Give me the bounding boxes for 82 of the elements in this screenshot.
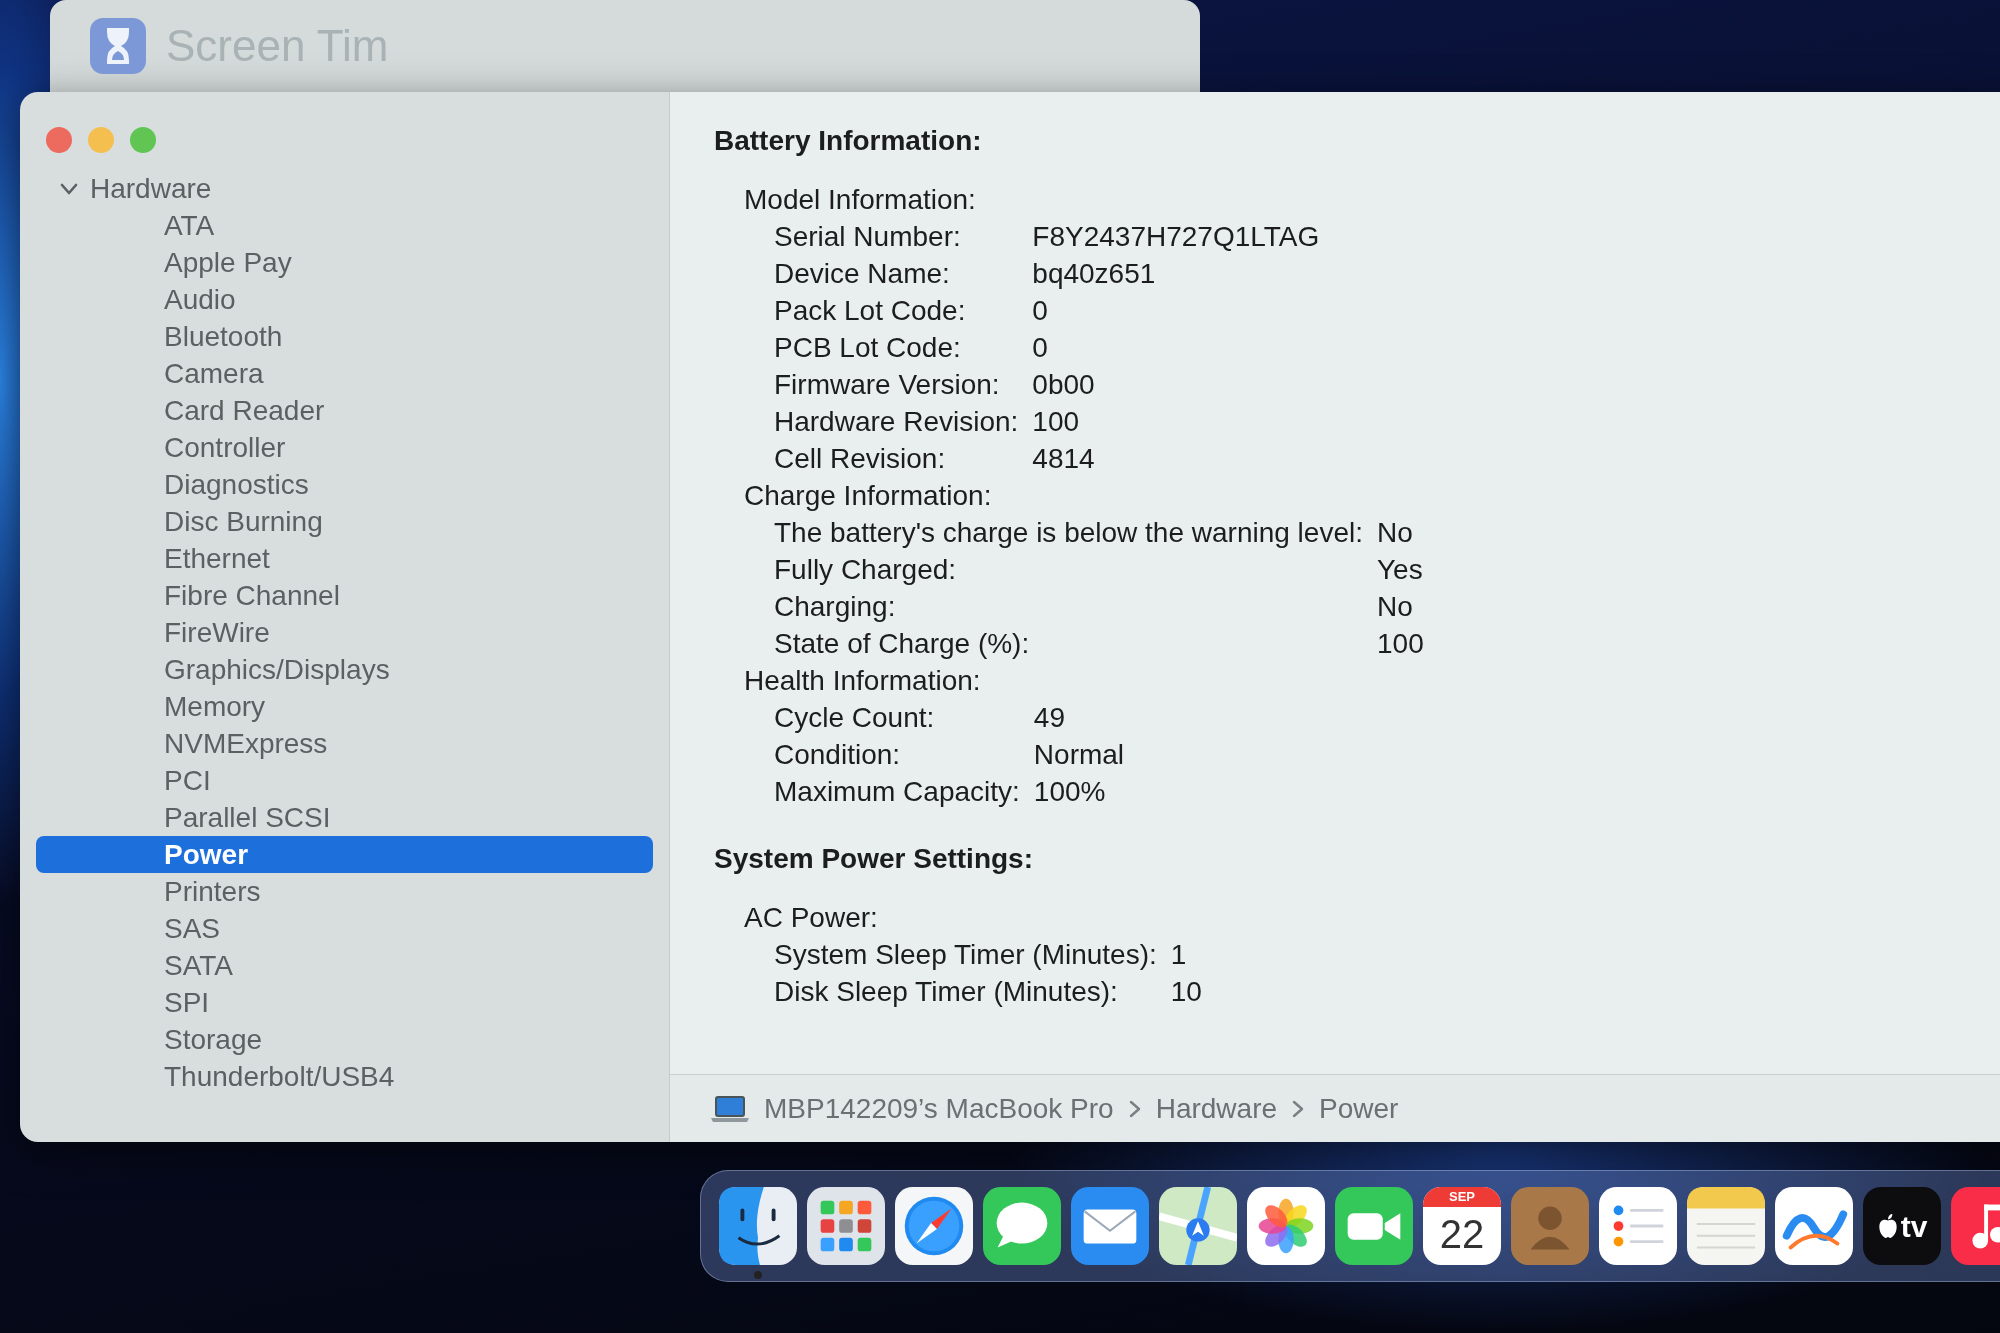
section-heading: Battery Information:	[714, 124, 983, 158]
drawing-board-icon[interactable]	[1775, 1187, 1853, 1265]
sidebar-item[interactable]: Power	[36, 836, 653, 873]
detail-label: Fully Charged:	[774, 553, 958, 587]
app-grid-icon[interactable]	[807, 1187, 885, 1265]
sidebar-item[interactable]: ATA	[36, 207, 653, 244]
detail-label: Serial Number:	[774, 220, 962, 254]
detail-group-label: AC Power:	[743, 901, 879, 935]
detail-label: Condition:	[774, 738, 902, 772]
detail-value: 49	[1033, 701, 1066, 735]
detail-value: 1	[1170, 938, 1188, 972]
detail-value: 0b00	[1032, 368, 1096, 402]
sidebar-item[interactable]: Controller	[36, 429, 653, 466]
detail-label: Hardware Revision:	[774, 405, 1019, 439]
calendar-app-button[interactable]: SEP 22	[1423, 1187, 1501, 1265]
hourglass-icon	[90, 18, 146, 74]
detail-label: Pack Lot Code:	[774, 294, 967, 328]
sidebar-item[interactable]: Parallel SCSI	[36, 799, 653, 836]
checklist-icon[interactable]	[1599, 1187, 1677, 1265]
sidebar-item[interactable]: Disc Burning	[36, 503, 653, 540]
detail-value: 0	[1032, 331, 1049, 365]
sidebar-item[interactable]: Bluetooth	[36, 318, 653, 355]
sidebar-item[interactable]: SPI	[36, 984, 653, 1021]
detail-label: Charging:	[774, 590, 897, 624]
speech-bubble-icon[interactable]	[983, 1187, 1061, 1265]
flower-icon[interactable]	[1247, 1187, 1325, 1265]
sidebar-item[interactable]: Camera	[36, 355, 653, 392]
map-icon[interactable]	[1159, 1187, 1237, 1265]
sidebar-item[interactable]: Thunderbolt/USB4	[36, 1058, 653, 1095]
sidebar-item[interactable]: Storage	[36, 1021, 653, 1058]
detail-label: Device Name:	[774, 257, 951, 291]
sidebar-item[interactable]: PCI	[36, 762, 653, 799]
detail-value: 100	[1032, 405, 1081, 439]
video-camera-icon[interactable]	[1335, 1187, 1413, 1265]
sidebar-group-item[interactable]: Hardware	[36, 170, 653, 207]
detail-value: No	[1377, 590, 1414, 624]
detail-value: 100	[1377, 627, 1424, 661]
detail-label: Maximum Capacity:	[774, 775, 1020, 809]
laptop-icon	[710, 1094, 750, 1123]
sidebar-item[interactable]: Card Reader	[36, 392, 653, 429]
detail-value: Normal	[1033, 738, 1125, 772]
sidebar-item[interactable]: NVMExpress	[36, 725, 653, 762]
detail-label: PCB Lot Code:	[774, 331, 962, 365]
detail-value: No	[1377, 516, 1414, 550]
sidebar-item[interactable]: FireWire	[36, 614, 653, 651]
sidebar-item[interactable]: Audio	[36, 281, 653, 318]
detail-value: 0	[1032, 294, 1049, 328]
sidebar-item[interactable]: Printers	[36, 873, 653, 910]
sidebar-item[interactable]: SAS	[36, 910, 653, 947]
detail-label: Cycle Count:	[774, 701, 936, 735]
path-item[interactable]: Hardware	[1155, 1087, 1278, 1130]
detail-value: 4814	[1032, 442, 1096, 476]
envelope-icon[interactable]	[1071, 1187, 1149, 1265]
sidebar-item[interactable]: Memory	[36, 688, 653, 725]
sidebar-item[interactable]: Graphics/Displays	[36, 651, 653, 688]
detail-value: 10	[1170, 975, 1202, 1009]
sidebar-item[interactable]: Diagnostics	[36, 466, 653, 503]
sidebar-item[interactable]: Apple Pay	[36, 244, 653, 281]
detail-group-label: Charge Information:	[743, 479, 993, 513]
tv-app-button[interactable]: tv	[1863, 1187, 1941, 1265]
path-item[interactable]: MBP142209’s MacBook Pro	[764, 1087, 1114, 1130]
detail-group-label: Model Information:	[743, 183, 977, 217]
detail-label: System Sleep Timer (Minutes):	[774, 938, 1157, 972]
detail-value: Yes	[1377, 553, 1424, 587]
detail-label: State of Charge (%):	[774, 627, 1031, 661]
detail-value: F8Y2437H727Q1LTAG	[1032, 220, 1320, 254]
section-heading: System Power Settings:	[714, 842, 1034, 876]
sidebar-item[interactable]: Fibre Channel	[36, 577, 653, 614]
detail-value: bq40z651	[1032, 257, 1157, 291]
detail-value: 100%	[1033, 775, 1107, 809]
path-item[interactable]: Power	[1319, 1087, 1399, 1130]
detail-group-label: Health Information:	[743, 664, 982, 698]
sidebar-item[interactable]: SATA	[36, 947, 653, 984]
notepad-icon[interactable]	[1687, 1187, 1765, 1265]
detail-label: Firmware Version:	[774, 368, 1001, 402]
compass-icon[interactable]	[895, 1187, 973, 1265]
detail-label: The battery's charge is below the warning level:	[774, 516, 1363, 550]
apple-icon	[1876, 1213, 1899, 1239]
detail-label: Disk Sleep Timer (Minutes):	[774, 975, 1119, 1009]
detail-label: Cell Revision:	[774, 442, 947, 476]
sidebar-item[interactable]: Ethernet	[36, 540, 653, 577]
smiling-face-icon[interactable]	[719, 1187, 797, 1265]
